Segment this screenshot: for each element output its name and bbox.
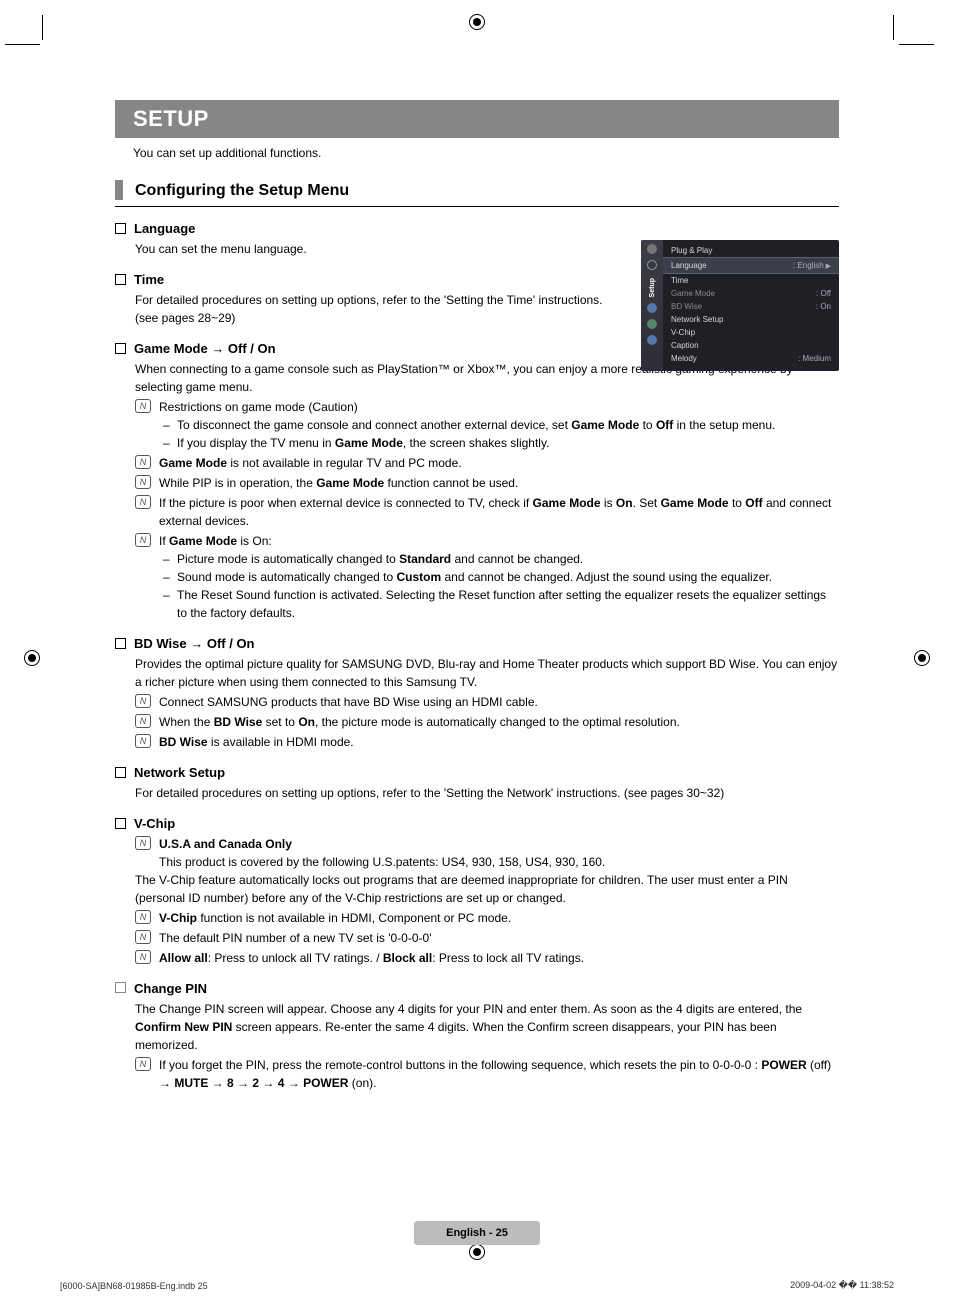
osd-row: V-Chip: [671, 326, 831, 339]
osd-row: BD Wise : On: [671, 300, 831, 313]
bdwise-heading: BD Wise → Off / On: [134, 636, 255, 651]
osd-row: Network Setup: [671, 313, 831, 326]
osd-row-label: Time: [671, 276, 688, 285]
crop-mark: [899, 44, 934, 45]
square-bullet-icon: [115, 343, 126, 354]
print-meta-left: [6000-SA]BN68-01985B-Eng.indb 25: [60, 1281, 208, 1291]
vchip-note1-sub: This product is covered by the following…: [159, 853, 839, 871]
note-icon: N: [135, 533, 151, 547]
note-icon: N: [135, 455, 151, 469]
osd-row: Time: [671, 274, 831, 287]
gamemode-note4: If the picture is poor when external dev…: [159, 494, 839, 530]
time-heading: Time: [134, 272, 164, 287]
osd-row: Plug & Play: [671, 244, 831, 257]
osd-preview: Setup Plug & Play Language : English Time Ga…: [641, 240, 839, 371]
gamemode-note3: While PIP is in operation, the Game Mode…: [159, 474, 839, 492]
list-item: Sound mode is automatically changed to C…: [163, 568, 839, 586]
vchip-note4: Allow all: Press to unlock all TV rating…: [159, 949, 839, 967]
square-bullet-gray-icon: [115, 982, 126, 993]
changepin-heading: Change PIN: [134, 981, 207, 996]
note-icon: N: [135, 495, 151, 509]
gamemode-note2: Game Mode is not available in regular TV…: [159, 454, 839, 472]
vchip-desc: The V-Chip feature automatically locks o…: [135, 871, 839, 907]
osd-category-icon: [647, 244, 657, 254]
osd-row-label: Plug & Play: [671, 246, 712, 255]
square-bullet-icon: [115, 818, 126, 829]
crop-mark: [5, 44, 40, 45]
note-icon: N: [135, 714, 151, 728]
osd-row-label: Caption: [671, 341, 699, 350]
list-item: Picture mode is automatically changed to…: [163, 550, 839, 568]
note-icon: N: [135, 910, 151, 924]
intro-text: You can set up additional functions.: [133, 146, 839, 160]
print-registration-mark-icon: [914, 650, 930, 666]
note-icon: N: [135, 1057, 151, 1071]
osd-category-icon: [647, 319, 657, 329]
page-footer: English - 25: [0, 1221, 954, 1245]
section-banner: SETUP: [115, 100, 839, 138]
note-icon: N: [135, 950, 151, 964]
osd-row: Game Mode : Off: [671, 287, 831, 300]
osd-row-label: V-Chip: [671, 328, 695, 337]
gamemode-heading: Game Mode → Off / On: [134, 341, 276, 356]
vchip-heading: V-Chip: [134, 816, 175, 831]
vchip-note1: U.S.A and Canada Only: [159, 835, 839, 853]
vchip-note3: The default PIN number of a new TV set i…: [159, 929, 839, 947]
osd-sidebar: Setup: [641, 240, 663, 371]
osd-gear-icon: [647, 260, 657, 270]
osd-row: Language : English: [663, 257, 839, 274]
note-icon: N: [135, 694, 151, 708]
list-item: The Reset Sound function is activated. S…: [163, 586, 839, 622]
bdwise-desc: Provides the optimal picture quality for…: [135, 655, 839, 691]
bdwise-note3: BD Wise is available in HDMI mode.: [159, 733, 839, 751]
square-bullet-icon: [115, 274, 126, 285]
note-icon: N: [135, 734, 151, 748]
gamemode-note1: Restrictions on game mode (Caution): [159, 398, 839, 416]
network-desc: For detailed procedures on setting up op…: [135, 784, 839, 802]
time-desc: For detailed procedures on setting up op…: [135, 291, 615, 327]
note-icon: N: [135, 836, 151, 850]
osd-row-label: Game Mode: [671, 289, 715, 298]
square-bullet-icon: [115, 638, 126, 649]
print-registration-mark-icon: [24, 650, 40, 666]
osd-row-label: Network Setup: [671, 315, 723, 324]
language-heading: Language: [134, 221, 195, 236]
osd-row: Melody : Medium: [671, 352, 831, 365]
osd-row-value: : English: [793, 261, 831, 270]
osd-menu: Plug & Play Language : English Time Game Mod…: [663, 240, 839, 371]
note-icon: N: [135, 930, 151, 944]
bdwise-note2: When the BD Wise set to On, the picture …: [159, 713, 839, 731]
osd-row-value: : Off: [816, 289, 831, 298]
print-registration-mark-icon: [469, 1244, 485, 1260]
osd-category-icon: [647, 303, 657, 313]
crop-mark: [893, 15, 894, 40]
list-item: To disconnect the game console and conne…: [163, 416, 839, 434]
osd-category-icon: [647, 335, 657, 345]
crop-mark: [42, 15, 43, 40]
square-bullet-icon: [115, 767, 126, 778]
osd-row-value: : Medium: [798, 354, 831, 363]
osd-row-label: BD Wise: [671, 302, 702, 311]
osd-row: Caption: [671, 339, 831, 352]
print-registration-mark-icon: [469, 14, 485, 30]
osd-row-label: Language: [671, 261, 707, 270]
vchip-note2: V-Chip function is not available in HDMI…: [159, 909, 839, 927]
changepin-desc: The Change PIN screen will appear. Choos…: [135, 1000, 839, 1054]
page-number-pill: English - 25: [414, 1221, 540, 1245]
osd-sidebar-label: Setup: [649, 278, 656, 297]
note-icon: N: [135, 475, 151, 489]
list-item: If you display the TV menu in Game Mode,…: [163, 434, 839, 452]
square-bullet-icon: [115, 223, 126, 234]
note-icon: N: [135, 399, 151, 413]
network-heading: Network Setup: [134, 765, 225, 780]
section-title: Configuring the Setup Menu: [115, 176, 839, 207]
gamemode-note5: If Game Mode is On:: [159, 532, 839, 550]
print-meta-right: 2009-04-02 �� 11:38:52: [790, 1280, 894, 1291]
osd-row-label: Melody: [671, 354, 697, 363]
osd-row-value: : On: [816, 302, 831, 311]
bdwise-note1: Connect SAMSUNG products that have BD Wi…: [159, 693, 839, 711]
changepin-note: If you forget the PIN, press the remote-…: [159, 1056, 839, 1092]
